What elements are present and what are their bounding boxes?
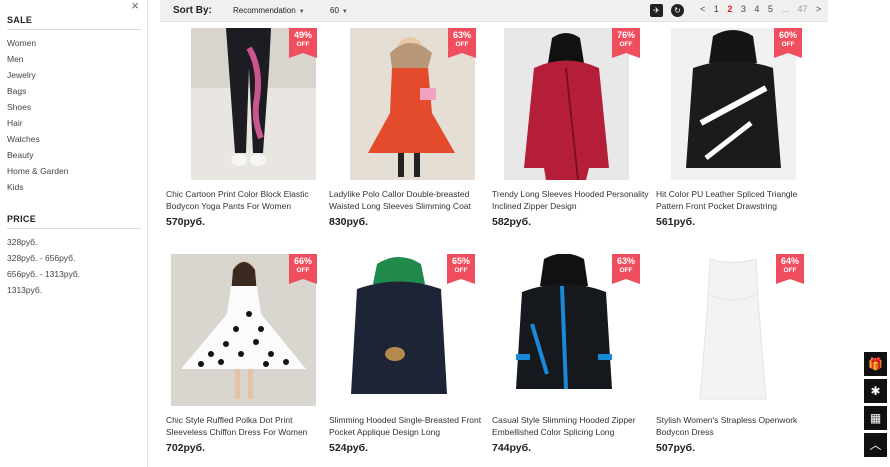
per-page-value: 60 bbox=[330, 6, 339, 15]
discount-badge: 66% OFF bbox=[289, 254, 317, 284]
bug-icon[interactable]: ✱ bbox=[864, 379, 887, 403]
back-to-top-icon[interactable]: ︿ bbox=[864, 433, 887, 457]
product-price: 582руб. bbox=[492, 216, 532, 228]
page-5[interactable]: 5 bbox=[768, 4, 773, 14]
category-list: Women Men Jewelry Bags Shoes Hair Watche… bbox=[7, 35, 147, 195]
sort-select[interactable]: Recommendation ▼ bbox=[233, 6, 305, 15]
page-3[interactable]: 3 bbox=[741, 4, 746, 14]
discount-percent: 60% bbox=[778, 30, 797, 40]
discount-percent: 65% bbox=[451, 256, 470, 266]
sale-heading: SALE bbox=[7, 15, 141, 30]
caret-down-icon: ▼ bbox=[341, 9, 348, 15]
category-jewelry[interactable]: Jewelry bbox=[7, 67, 147, 83]
discount-off: OFF bbox=[619, 267, 633, 274]
category-bags[interactable]: Bags bbox=[7, 83, 147, 99]
product-price: 507руб. bbox=[656, 442, 696, 454]
next-page[interactable]: > bbox=[816, 4, 821, 14]
discount-percent: 63% bbox=[616, 256, 635, 266]
discount-percent: 49% bbox=[293, 30, 312, 40]
product-price: 702руб. bbox=[166, 442, 206, 454]
page-47[interactable]: 47 bbox=[797, 4, 807, 14]
product-price: 744руб. bbox=[492, 442, 532, 454]
discount-percent: 64% bbox=[780, 256, 799, 266]
sort-select-value: Recommendation bbox=[233, 6, 296, 15]
product-title[interactable]: Casual Style Slimming Hooded Zipper Embe… bbox=[492, 414, 650, 438]
product-title[interactable]: Chic Style Ruffled Polka Dot Print Sleev… bbox=[166, 414, 324, 438]
product-title[interactable]: Hit Color PU Leather Spliced Triangle Pa… bbox=[656, 188, 814, 212]
price-range-2[interactable]: 328руб. - 656руб. bbox=[7, 250, 147, 266]
product-image[interactable] bbox=[502, 254, 627, 406]
product-title[interactable]: Slimming Hooded Single-Breasted Front Po… bbox=[329, 414, 487, 438]
plane-icon[interactable]: ✈ bbox=[650, 4, 663, 17]
product-title[interactable]: Stylish Women's Strapless Openwork Bodyc… bbox=[656, 414, 814, 438]
category-home-garden[interactable]: Home & Garden bbox=[7, 163, 147, 179]
category-shoes[interactable]: Shoes bbox=[7, 99, 147, 115]
product-price: 524руб. bbox=[329, 442, 369, 454]
product-title[interactable]: Ladylike Polo Callor Double-breasted Wai… bbox=[329, 188, 487, 212]
category-beauty[interactable]: Beauty bbox=[7, 147, 147, 163]
discount-percent: 76% bbox=[616, 30, 635, 40]
per-page-select[interactable]: 60 ▼ bbox=[330, 6, 348, 15]
discount-badge: 63% OFF bbox=[612, 254, 640, 284]
price-list: 328руб. 328руб. - 656руб. 656руб. - 1313… bbox=[7, 234, 147, 298]
category-hair[interactable]: Hair bbox=[7, 115, 147, 131]
category-kids[interactable]: Kids bbox=[7, 179, 147, 195]
product-image[interactable] bbox=[678, 254, 788, 406]
category-men[interactable]: Men bbox=[7, 51, 147, 67]
price-heading: PRICE bbox=[7, 214, 141, 229]
category-women[interactable]: Women bbox=[7, 35, 147, 51]
product-image[interactable] bbox=[504, 28, 629, 180]
product-price: 830руб. bbox=[329, 216, 369, 228]
page-4[interactable]: 4 bbox=[754, 4, 759, 14]
product-price: 561руб. bbox=[656, 216, 696, 228]
discount-off: OFF bbox=[781, 41, 795, 48]
floating-tools: 🎁 ✱ ▦ ︿ bbox=[864, 352, 887, 460]
sort-by-label: Sort By: bbox=[173, 5, 212, 16]
pagination: < 1 2 3 4 5 ... 47 > bbox=[697, 4, 824, 14]
price-range-4[interactable]: 1313руб. bbox=[7, 282, 147, 298]
filter-sidebar: × SALE Women Men Jewelry Bags Shoes Hair… bbox=[0, 0, 148, 467]
qr-code-icon[interactable]: ▦ bbox=[864, 406, 887, 430]
category-watches[interactable]: Watches bbox=[7, 131, 147, 147]
discount-off: OFF bbox=[619, 41, 633, 48]
refresh-icon[interactable]: ↻ bbox=[671, 4, 684, 17]
discount-badge: 63% OFF bbox=[448, 28, 476, 58]
discount-off: OFF bbox=[296, 267, 310, 274]
product-title[interactable]: Trendy Long Sleeves Hooded Personality I… bbox=[492, 188, 650, 212]
discount-badge: 60% OFF bbox=[774, 28, 802, 58]
page-1[interactable]: 1 bbox=[714, 4, 719, 14]
price-range-1[interactable]: 328руб. bbox=[7, 234, 147, 250]
caret-down-icon: ▼ bbox=[298, 9, 305, 15]
product-image[interactable] bbox=[337, 254, 462, 406]
price-range-3[interactable]: 656руб. - 1313руб. bbox=[7, 266, 147, 282]
discount-badge: 65% OFF bbox=[447, 254, 475, 284]
discount-off: OFF bbox=[455, 41, 469, 48]
discount-off: OFF bbox=[454, 267, 468, 274]
discount-percent: 63% bbox=[452, 30, 471, 40]
discount-percent: 66% bbox=[293, 256, 312, 266]
product-title[interactable]: Chic Cartoon Print Color Block Elastic B… bbox=[166, 188, 324, 212]
discount-off: OFF bbox=[296, 41, 310, 48]
prev-page[interactable]: < bbox=[700, 4, 705, 14]
product-price: 570руб. bbox=[166, 216, 206, 228]
sort-toolbar: Sort By: Recommendation ▼ 60 ▼ ✈ ↻ < 1 2 3… bbox=[160, 0, 828, 22]
discount-badge: 64% OFF bbox=[776, 254, 804, 284]
discount-off: OFF bbox=[783, 267, 797, 274]
discount-badge: 49% OFF bbox=[289, 28, 317, 58]
gift-icon[interactable]: 🎁 bbox=[864, 352, 887, 376]
discount-badge: 76% OFF bbox=[612, 28, 640, 58]
page-2-current[interactable]: 2 bbox=[727, 4, 732, 14]
close-icon[interactable]: × bbox=[131, 0, 139, 13]
pagination-ellipsis: ... bbox=[781, 4, 789, 14]
